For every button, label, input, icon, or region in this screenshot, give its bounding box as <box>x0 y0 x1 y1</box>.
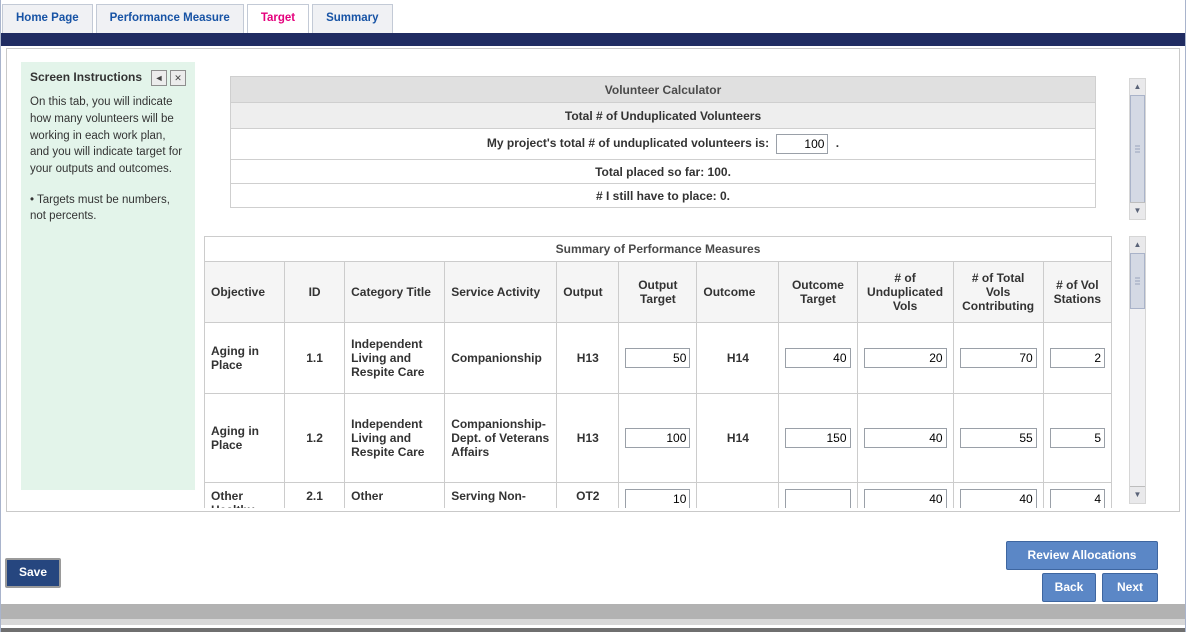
cell-objective: Aging in Place <box>205 394 285 483</box>
performance-measures-section: Summary of Performance Measures Objectiv… <box>204 236 1148 508</box>
cell-activity: Companionship-Dept. of Veterans Affairs <box>445 394 557 483</box>
next-button[interactable]: Next <box>1102 573 1158 602</box>
calculator-input-row: My project's total # of unduplicated vol… <box>231 129 1096 160</box>
calculator-scrollbar-thumb[interactable] <box>1130 95 1145 203</box>
instructions-note: • Targets must be numbers, not percents. <box>30 192 186 225</box>
unduplicated-vols-input[interactable] <box>864 489 947 508</box>
col-header-output-target: Output Target <box>619 262 697 323</box>
col-header-output: Output <box>557 262 619 323</box>
volunteer-calculator-section: Volunteer Calculator Total # of Unduplic… <box>204 76 1148 224</box>
close-icon[interactable]: ✕ <box>170 70 186 86</box>
cell-objective: Other Healthy <box>205 483 285 509</box>
calculator-placed-text: Total placed so far: 100. <box>231 160 1096 184</box>
cell-activity: Companionship <box>445 323 557 394</box>
cell-output: OT2 <box>557 483 619 509</box>
calculator-input-label: My project's total # of unduplicated vol… <box>487 136 769 150</box>
tab-performance-measure[interactable]: Performance Measure <box>96 4 244 33</box>
table-row: Other Healthy 2.1 Other Serving Non- OT2 <box>205 483 1112 509</box>
scroll-up-icon[interactable]: ▲ <box>1130 79 1145 96</box>
calculator-subtitle: Total # of Unduplicated Volunteers <box>231 103 1096 129</box>
col-header-total-vols-contributing: # of Total Vols Contributing <box>953 262 1043 323</box>
review-allocations-button[interactable]: Review Allocations <box>1006 541 1158 570</box>
output-target-input[interactable] <box>625 489 690 508</box>
cell-output: H13 <box>557 394 619 483</box>
cell-activity: Serving Non- <box>445 483 557 509</box>
back-button[interactable]: Back <box>1042 573 1096 602</box>
cell-id: 1.1 <box>285 323 345 394</box>
tab-bar: Home Page Performance Measure Target Sum… <box>2 4 396 33</box>
total-vols-input[interactable] <box>960 348 1037 368</box>
performance-measures-table: Summary of Performance Measures Objectiv… <box>204 236 1112 508</box>
content-frame: Screen Instructions ◄ ✕ On this tab, you… <box>6 48 1180 512</box>
summary-scrollbar-track[interactable] <box>1130 253 1145 487</box>
vol-stations-input[interactable] <box>1050 348 1105 368</box>
tab-target[interactable]: Target <box>247 4 309 33</box>
column-header-row: Objective ID Category Title Service Acti… <box>205 262 1112 323</box>
main-area: Volunteer Calculator Total # of Unduplic… <box>204 62 1148 508</box>
calculator-input-suffix: . <box>836 136 839 150</box>
screen-instructions-title: Screen Instructions <box>30 69 148 86</box>
output-target-input[interactable] <box>625 348 690 368</box>
volunteer-calculator-table: Volunteer Calculator Total # of Unduplic… <box>230 76 1096 208</box>
cell-objective: Aging in Place <box>205 323 285 394</box>
summary-table-title: Summary of Performance Measures <box>205 237 1112 262</box>
scrollbar-grip-icon <box>1135 278 1140 285</box>
cell-category: Independent Living and Respite Care <box>345 394 445 483</box>
save-button[interactable]: Save <box>5 558 61 588</box>
scroll-down-icon[interactable]: ▼ <box>1130 486 1145 503</box>
navy-divider-bar <box>1 33 1185 46</box>
tab-home-page[interactable]: Home Page <box>2 4 93 33</box>
col-header-outcome: Outcome <box>697 262 779 323</box>
app-window: Home Page Performance Measure Target Sum… <box>0 0 1186 632</box>
outcome-target-input[interactable] <box>785 489 850 508</box>
footer-bottom-edge <box>1 628 1185 632</box>
vol-stations-input[interactable] <box>1050 428 1105 448</box>
table-row: Aging in Place 1.2 Independent Living an… <box>205 394 1112 483</box>
col-header-id: ID <box>285 262 345 323</box>
calculator-to-place-text: # I still have to place: 0. <box>231 184 1096 208</box>
cell-outcome: H14 <box>697 323 779 394</box>
cell-outcome: H14 <box>697 394 779 483</box>
collapse-arrow-icon[interactable]: ◄ <box>151 70 167 86</box>
outcome-target-input[interactable] <box>785 348 850 368</box>
unduplicated-volunteers-input[interactable] <box>776 134 828 154</box>
cell-outcome <box>697 483 779 509</box>
scroll-up-icon[interactable]: ▲ <box>1130 237 1145 254</box>
screen-instructions-panel: Screen Instructions ◄ ✕ On this tab, you… <box>21 62 195 490</box>
unduplicated-vols-input[interactable] <box>864 348 947 368</box>
col-header-vol-stations: # of Vol Stations <box>1043 262 1111 323</box>
scrollbar-grip-icon <box>1135 146 1140 153</box>
cell-category: Other <box>345 483 445 509</box>
total-vols-input[interactable] <box>960 489 1037 508</box>
outcome-target-input[interactable] <box>785 428 850 448</box>
total-vols-input[interactable] <box>960 428 1037 448</box>
footer-bar <box>1 604 1185 619</box>
col-header-outcome-target: Outcome Target <box>779 262 857 323</box>
cell-category: Independent Living and Respite Care <box>345 323 445 394</box>
calculator-scrollbar-track[interactable] <box>1130 95 1145 203</box>
calculator-scrollbar[interactable]: ▲ ▼ <box>1129 78 1146 220</box>
scroll-down-icon[interactable]: ▼ <box>1130 202 1145 219</box>
summary-scrollbar[interactable]: ▲ ▼ <box>1129 236 1146 504</box>
calculator-title: Volunteer Calculator <box>231 77 1096 103</box>
col-header-unduplicated-vols: # of Unduplicated Vols <box>857 262 953 323</box>
col-header-objective: Objective <box>205 262 285 323</box>
output-target-input[interactable] <box>625 428 690 448</box>
cell-id: 1.2 <box>285 394 345 483</box>
footer-bar-light <box>1 619 1185 625</box>
unduplicated-vols-input[interactable] <box>864 428 947 448</box>
tab-summary[interactable]: Summary <box>312 4 392 33</box>
instructions-text: On this tab, you will indicate how many … <box>30 94 186 177</box>
col-header-category-title: Category Title <box>345 262 445 323</box>
summary-scrollbar-thumb[interactable] <box>1130 253 1145 309</box>
table-row: Aging in Place 1.1 Independent Living an… <box>205 323 1112 394</box>
screen-instructions-header: Screen Instructions ◄ ✕ <box>30 69 186 86</box>
col-header-service-activity: Service Activity <box>445 262 557 323</box>
cell-id: 2.1 <box>285 483 345 509</box>
cell-output: H13 <box>557 323 619 394</box>
vol-stations-input[interactable] <box>1050 489 1105 508</box>
